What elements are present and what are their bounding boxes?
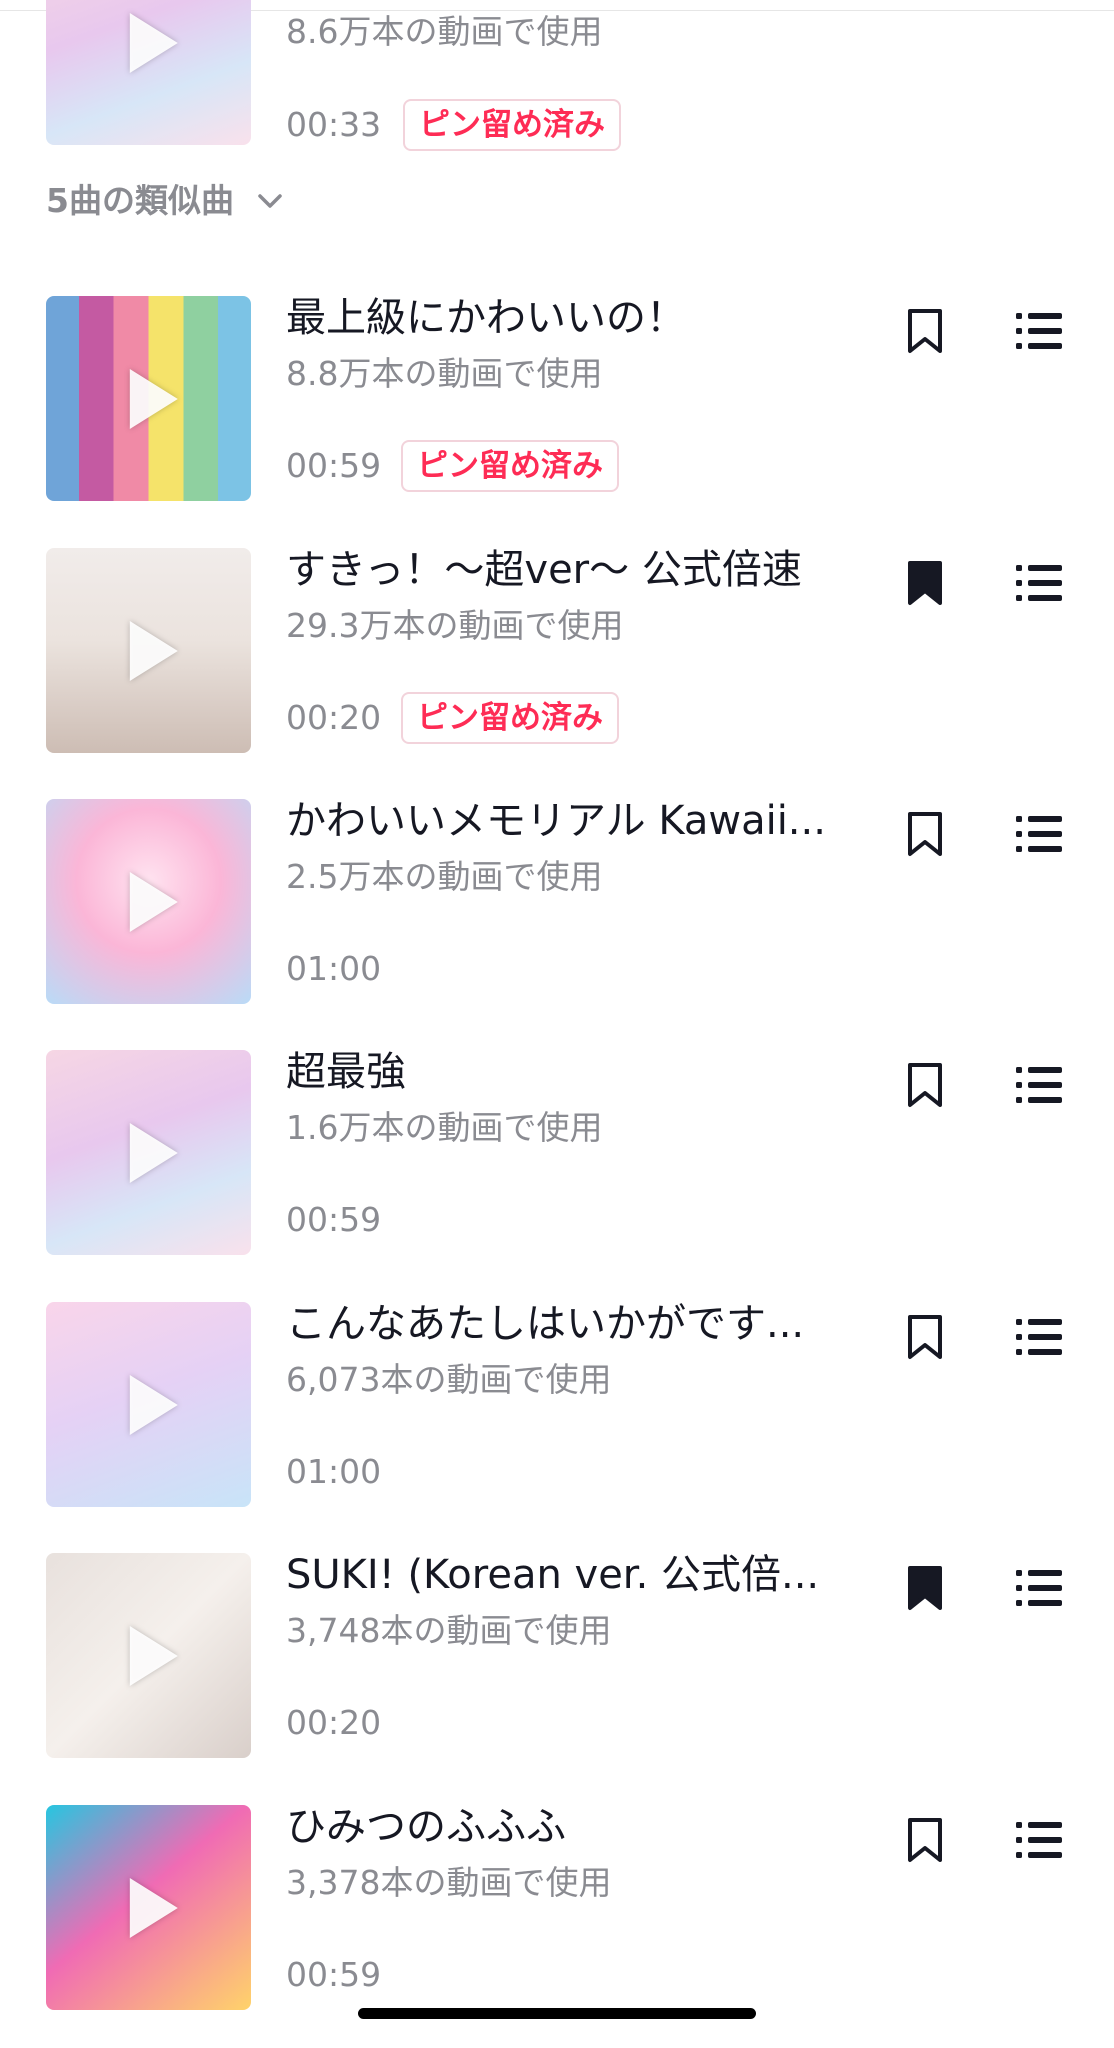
track-row[interactable]: こんなあたしはいかがです... 6,073本の動画で使用 01:00 [0, 1301, 1114, 1512]
similar-songs-toggle[interactable]: 5曲の類似曲 [46, 178, 283, 224]
track-title[interactable]: ひみつのふふふ [286, 1801, 861, 1853]
home-indicator [358, 2008, 756, 2019]
play-icon[interactable] [129, 871, 178, 932]
track-row[interactable]: ひみつのふふふ 3,378本の動画で使用 00:59 [0, 1804, 1114, 2015]
track-cover[interactable] [46, 548, 251, 753]
music-list-page: 8.6万本の動画で使用 00:33 ピン留め済み 5曲の類似曲 最上級にかわいい… [0, 0, 1114, 2048]
play-icon[interactable] [129, 1122, 178, 1183]
track-usage: 8.8万本の動画で使用 [286, 354, 603, 393]
play-icon[interactable] [129, 1374, 178, 1435]
playlist-icon[interactable] [1015, 1568, 1063, 1608]
track-duration: 00:33 [286, 105, 382, 144]
track-duration: 00:20 [286, 1703, 382, 1742]
track-row[interactable]: すきっ！〜超ver〜 公式倍速 29.3万本の動画で使用 00:20 ピン留め済み [0, 547, 1114, 758]
track-duration: 00:59 [286, 1200, 382, 1239]
track-row[interactable]: 超最強 1.6万本の動画で使用 00:59 [0, 1049, 1114, 1260]
track-title[interactable]: すきっ！〜超ver〜 公式倍速 [286, 544, 861, 596]
playlist-icon[interactable] [1015, 1065, 1063, 1105]
playlist-icon[interactable] [1015, 311, 1063, 351]
track-row[interactable]: 最上級にかわいいの！ 8.8万本の動画で使用 00:59 ピン留め済み [0, 295, 1114, 506]
track-title[interactable]: SUKI! (Korean ver. 公式倍... [286, 1549, 861, 1601]
bookmark-icon[interactable] [906, 1314, 944, 1360]
track-title[interactable]: こんなあたしはいかがです... [286, 1298, 861, 1350]
track-title[interactable]: 最上級にかわいいの！ [286, 292, 861, 344]
similar-songs-label: 5曲の類似曲 [46, 181, 234, 220]
bookmark-icon[interactable] [906, 308, 944, 354]
track-usage: 2.5万本の動画で使用 [286, 857, 603, 896]
play-icon[interactable] [129, 12, 178, 73]
track-usage: 3,748本の動画で使用 [286, 1611, 612, 1650]
track-usage: 29.3万本の動画で使用 [286, 606, 624, 645]
bookmark-icon[interactable] [906, 811, 944, 857]
track-cover[interactable] [46, 799, 251, 1004]
track-row[interactable]: SUKI! (Korean ver. 公式倍... 3,748本の動画で使用 00:… [0, 1552, 1114, 1763]
track-duration: 01:00 [286, 1452, 382, 1491]
bookmark-filled-icon[interactable] [906, 560, 944, 606]
bookmark-icon[interactable] [906, 1817, 944, 1863]
play-icon[interactable] [129, 368, 178, 429]
track-cover[interactable] [46, 1553, 251, 1758]
playlist-icon[interactable] [1015, 1820, 1063, 1860]
track-usage: 3,378本の動画で使用 [286, 1863, 612, 1902]
track-cover[interactable] [46, 1050, 251, 1255]
track-cover[interactable] [46, 296, 251, 501]
play-icon[interactable] [129, 620, 178, 681]
track-title[interactable]: かわいいメモリアル Kawaii... [286, 795, 861, 847]
bookmark-filled-icon[interactable] [906, 1565, 944, 1611]
track-duration: 00:20 [286, 698, 382, 737]
chevron-down-icon [258, 193, 283, 208]
track-title[interactable]: 超最強 [286, 1046, 861, 1098]
track-duration: 00:59 [286, 1955, 382, 1994]
bookmark-icon[interactable] [906, 1062, 944, 1108]
track-duration: 00:59 [286, 446, 382, 485]
track-cover[interactable] [46, 1302, 251, 1507]
track-usage: 8.6万本の動画で使用 [286, 12, 603, 51]
playlist-icon[interactable] [1015, 563, 1063, 603]
play-icon[interactable] [129, 1625, 178, 1686]
track-usage: 1.6万本の動画で使用 [286, 1108, 603, 1147]
track-cover[interactable] [46, 0, 251, 145]
playlist-icon[interactable] [1015, 1317, 1063, 1357]
track-cover[interactable] [46, 1805, 251, 2010]
track-duration: 01:00 [286, 949, 382, 988]
play-icon[interactable] [129, 1877, 178, 1938]
pinned-badge: ピン留め済み [401, 692, 619, 744]
track-usage: 6,073本の動画で使用 [286, 1360, 612, 1399]
pinned-badge: ピン留め済み [401, 440, 619, 492]
playlist-icon[interactable] [1015, 814, 1063, 854]
track-row[interactable]: かわいいメモリアル Kawaii... 2.5万本の動画で使用 01:00 [0, 798, 1114, 1009]
pinned-badge: ピン留め済み [403, 99, 621, 151]
